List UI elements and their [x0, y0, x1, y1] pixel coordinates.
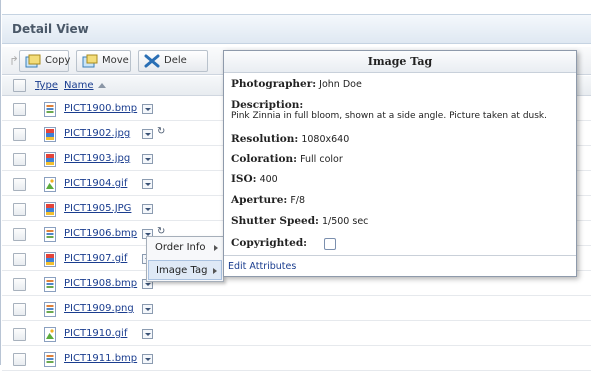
resolution-field: Resolution: 1080x640 — [231, 133, 349, 145]
file-name-link[interactable]: PICT1903.jpg — [64, 153, 130, 164]
photographer-field: Photographer: John Doe — [231, 78, 362, 90]
file-name-link[interactable]: PICT1911.bmp — [64, 353, 137, 364]
row-checkbox[interactable] — [13, 253, 26, 266]
iso-label: ISO: — [231, 173, 257, 185]
move-icon — [82, 54, 98, 68]
menu-item-label: Order Info — [155, 242, 206, 253]
bmp-file-icon — [44, 227, 56, 242]
sort-ascending-icon — [98, 83, 106, 88]
shutter-speed-value: 1/500 sec — [321, 216, 369, 227]
copyrighted-checkbox[interactable] — [324, 238, 336, 250]
jpg-file-icon — [44, 127, 56, 142]
action-arrow-icon: ↱ — [9, 54, 20, 68]
file-name-link[interactable]: PICT1900.bmp — [64, 103, 137, 114]
row-menu-dropdown-icon[interactable] — [142, 204, 153, 214]
copy-icon — [25, 54, 41, 68]
bmp-file-icon — [44, 102, 56, 117]
bmp-file-icon — [44, 302, 56, 317]
row-menu-dropdown-icon[interactable] — [142, 179, 153, 189]
type-column-header[interactable]: Type — [35, 80, 58, 91]
resolution-label: Resolution: — [231, 133, 299, 145]
file-name-link[interactable]: PICT1908.bmp — [64, 278, 137, 289]
file-name-link[interactable]: PICT1910.gif — [64, 328, 127, 339]
coloration-value: Full color — [300, 154, 343, 165]
row-menu-dropdown-icon[interactable] — [142, 104, 153, 114]
menu-item-image-tag[interactable]: Image Tag — [148, 260, 222, 280]
file-name-link[interactable]: PICT1907.gif — [64, 253, 127, 264]
edit-attributes-link[interactable]: Edit Attributes — [228, 261, 296, 272]
aperture-value: F/8 — [290, 195, 306, 206]
move-button-label: Move — [102, 55, 129, 66]
copyrighted-label: Copyrighted: — [231, 237, 308, 249]
delete-button-label: Dele — [164, 55, 187, 66]
row-checkbox[interactable] — [13, 328, 26, 341]
row-checkbox[interactable] — [13, 353, 26, 366]
file-name-link[interactable]: PICT1905.JPG — [64, 203, 131, 214]
delete-button[interactable]: Dele — [138, 50, 208, 72]
aperture-label: Aperture: — [231, 194, 288, 206]
description-value: Pink Zinnia in full bloom, shown at a si… — [231, 111, 548, 121]
row-menu-dropdown-icon[interactable] — [142, 329, 153, 339]
copy-button[interactable]: Copy — [19, 50, 71, 72]
resolution-value: 1080x640 — [301, 134, 350, 145]
file-row[interactable]: PICT1911.bmp — [2, 348, 591, 371]
copy-button-label: Copy — [45, 55, 71, 66]
row-menu-dropdown-icon[interactable] — [142, 129, 153, 139]
jpg-file-icon — [44, 152, 56, 167]
gif-file-icon — [44, 327, 56, 342]
file-row[interactable]: PICT1910.gif — [2, 323, 591, 346]
menu-item-order-info[interactable]: Order Info — [148, 238, 222, 258]
submenu-arrow-icon — [213, 268, 217, 274]
refresh-icon: ↻ — [157, 126, 166, 137]
menu-item-label: Image Tag — [156, 265, 208, 276]
iso-field: ISO: 400 — [231, 173, 278, 185]
row-checkbox[interactable] — [13, 178, 26, 191]
panel-header: Detail View — [2, 14, 591, 44]
row-checkbox[interactable] — [13, 153, 26, 166]
submenu-arrow-icon — [214, 245, 218, 251]
row-checkbox[interactable] — [13, 303, 26, 316]
row-checkbox[interactable] — [13, 128, 26, 141]
file-name-link[interactable]: PICT1902.jpg — [64, 128, 130, 139]
aperture-field: Aperture: F/8 — [231, 194, 305, 206]
context-menu: Order Info Image Tag — [146, 236, 224, 282]
shutter-speed-label: Shutter Speed: — [231, 215, 319, 227]
bmp-file-icon — [44, 277, 56, 292]
name-column-header[interactable]: Name — [64, 80, 94, 91]
coloration-label: Coloration: — [231, 153, 298, 165]
detail-view-panel: Detail View ↱ Copy Move Dele Type Name P… — [0, 0, 591, 371]
jpg-file-icon — [44, 202, 56, 217]
delete-icon — [144, 54, 160, 68]
file-name-link[interactable]: PICT1909.png — [64, 303, 134, 314]
row-menu-dropdown-icon[interactable] — [142, 354, 153, 364]
select-all-checkbox[interactable] — [13, 79, 26, 92]
file-row[interactable]: PICT1909.png — [2, 298, 591, 321]
photographer-label: Photographer: — [231, 78, 317, 90]
move-button[interactable]: Move — [76, 50, 131, 72]
popup-divider — [224, 255, 576, 256]
popup-title: Image Tag — [224, 51, 576, 73]
description-field: Description: — [231, 99, 303, 111]
image-tag-popup: Image Tag Photographer: John Doe Descrip… — [223, 50, 577, 277]
photographer-value: John Doe — [319, 79, 362, 90]
row-checkbox[interactable] — [13, 278, 26, 291]
file-name-link[interactable]: PICT1904.gif — [64, 178, 127, 189]
row-checkbox[interactable] — [13, 228, 26, 241]
row-checkbox[interactable] — [13, 203, 26, 216]
shutter-speed-field: Shutter Speed: 1/500 sec — [231, 215, 368, 227]
coloration-field: Coloration: Full color — [231, 153, 343, 165]
row-menu-dropdown-icon[interactable] — [142, 154, 153, 164]
jpg-file-icon — [44, 252, 56, 267]
panel-title: Detail View — [12, 22, 89, 36]
copyrighted-field: Copyrighted: — [231, 237, 307, 249]
row-menu-dropdown-icon[interactable] — [142, 304, 153, 314]
gif-file-icon — [44, 177, 56, 192]
description-label: Description: — [231, 99, 304, 111]
iso-value: 400 — [259, 174, 278, 185]
file-name-link[interactable]: PICT1906.bmp — [64, 228, 137, 239]
row-checkbox[interactable] — [13, 103, 26, 116]
